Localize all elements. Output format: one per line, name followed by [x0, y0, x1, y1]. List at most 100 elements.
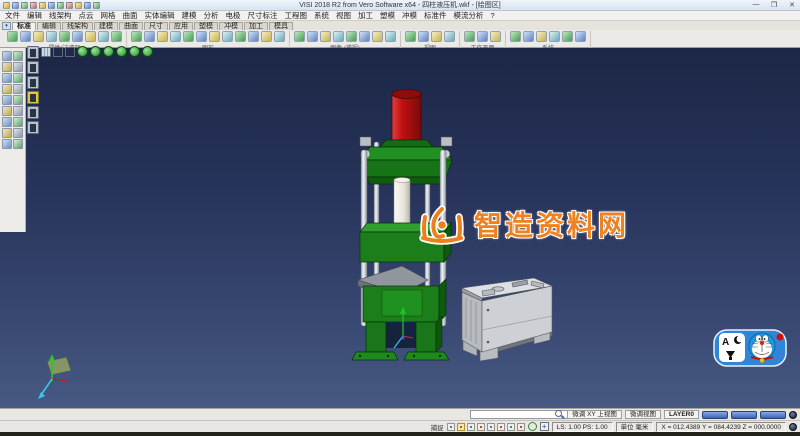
- snap-intersection-icon[interactable]: [346, 31, 357, 42]
- workplane-reset-icon[interactable]: [490, 31, 501, 42]
- info-icon[interactable]: [536, 31, 547, 42]
- search-icon[interactable]: [555, 410, 564, 419]
- menu-dimension[interactable]: 尺寸标注: [248, 10, 278, 21]
- menu-flow-analysis[interactable]: 模流分析: [454, 10, 484, 21]
- menu-edit[interactable]: 编辑: [27, 10, 42, 21]
- clip-plane-icon[interactable]: [261, 31, 272, 42]
- curve-tool-icon[interactable]: [13, 139, 23, 149]
- workplane-icon[interactable]: [464, 31, 475, 42]
- menu-mesh[interactable]: 网格: [101, 10, 116, 21]
- scale-tool-icon[interactable]: [13, 73, 23, 83]
- menu-standard-parts[interactable]: 标准件: [424, 10, 447, 21]
- light-icon[interactable]: [209, 31, 220, 42]
- menu-drawing[interactable]: 工程图: [285, 10, 308, 21]
- snap-toggle-3[interactable]: [466, 422, 475, 431]
- tab-dimension[interactable]: 尺寸: [144, 22, 168, 30]
- group-tool-icon[interactable]: [13, 117, 23, 127]
- database-icon[interactable]: [575, 31, 586, 42]
- select-all-icon[interactable]: [85, 31, 96, 42]
- extend-tool-icon[interactable]: [13, 84, 23, 94]
- snap-end-icon[interactable]: [307, 31, 318, 42]
- fillet-tool-icon[interactable]: [13, 95, 23, 105]
- menu-machining[interactable]: 加工: [358, 10, 373, 21]
- layer-on-icon-2[interactable]: [90, 46, 101, 57]
- menu-help[interactable]: ?: [491, 11, 495, 20]
- mask-icon[interactable]: [72, 31, 83, 42]
- layer-on-icon-4[interactable]: [116, 46, 127, 57]
- menu-surface[interactable]: 曲面: [123, 10, 138, 21]
- menu-modeling[interactable]: 建模: [182, 10, 197, 21]
- tab-modeling[interactable]: 建模: [94, 22, 118, 30]
- snap-toggle-2[interactable]: [456, 422, 465, 431]
- layer-visibility-button-2[interactable]: [27, 76, 39, 89]
- measure-tool-icon[interactable]: [2, 117, 12, 127]
- layer-on-icon-6[interactable]: [142, 46, 153, 57]
- material-icon[interactable]: [222, 31, 233, 42]
- crosshair-icon[interactable]: +: [539, 422, 549, 431]
- preview-icon[interactable]: [523, 31, 534, 42]
- menu-mould[interactable]: 塑模: [380, 10, 395, 21]
- active-layer-badge[interactable]: LAYER0: [663, 410, 699, 419]
- array-tool-icon[interactable]: [13, 106, 23, 116]
- rotate-tool-icon[interactable]: [13, 62, 23, 72]
- close-button[interactable]: ✕: [786, 1, 798, 9]
- tab-machining[interactable]: 加工: [244, 22, 268, 30]
- snap-toggle-5[interactable]: [486, 422, 495, 431]
- entity-filter-icon[interactable]: [59, 31, 70, 42]
- attribute-icon[interactable]: [7, 31, 18, 42]
- layer-filter-icon[interactable]: [33, 31, 44, 42]
- transparent-icon[interactable]: [170, 31, 181, 42]
- tab-application[interactable]: 应用: [169, 22, 193, 30]
- menu-wireframe[interactable]: 线架构: [49, 10, 72, 21]
- tab-wireframe[interactable]: 线架构: [62, 22, 93, 30]
- view-list-button[interactable]: [27, 46, 39, 59]
- clear-filter-icon[interactable]: [111, 31, 122, 42]
- menu-pointcloud[interactable]: 点云: [79, 10, 94, 21]
- hidden-line-icon[interactable]: [157, 31, 168, 42]
- tab-stamping[interactable]: 冲模: [219, 22, 243, 30]
- snap-grid-icon[interactable]: [372, 31, 383, 42]
- pan-icon[interactable]: [431, 31, 442, 42]
- chamfer-tool-icon[interactable]: [2, 106, 12, 116]
- offset-tool-icon[interactable]: [2, 95, 12, 105]
- color-filter-icon[interactable]: [20, 31, 31, 42]
- menu-view[interactable]: 视图: [336, 10, 351, 21]
- refresh-icon[interactable]: [527, 422, 537, 431]
- snap-center-icon[interactable]: [333, 31, 344, 42]
- menu-file[interactable]: 文件: [5, 10, 20, 21]
- layer-on-icon-5[interactable]: [129, 46, 140, 57]
- invert-selection-icon[interactable]: [98, 31, 109, 42]
- snap-toggle-1[interactable]: [446, 422, 455, 431]
- move-tool-icon[interactable]: [2, 62, 12, 72]
- snap-mid-icon[interactable]: [320, 31, 331, 42]
- status-blue-button-1[interactable]: [702, 410, 728, 419]
- tab-standard[interactable]: 标准: [12, 22, 36, 30]
- status-orb-icon[interactable]: [789, 410, 797, 419]
- explode-tool-icon[interactable]: [2, 128, 12, 138]
- menu-solid-edit[interactable]: 实体编辑: [145, 10, 175, 21]
- layer-visibility-button-active[interactable]: [27, 91, 39, 104]
- calculator-icon[interactable]: [562, 31, 573, 42]
- tab-surface[interactable]: 曲面: [119, 22, 143, 30]
- tab-edit[interactable]: 编辑: [37, 22, 61, 30]
- delete-tool-icon[interactable]: [13, 51, 23, 61]
- shadow-icon[interactable]: [196, 31, 207, 42]
- settings-icon[interactable]: [510, 31, 521, 42]
- tab-dropdown-icon[interactable]: ▾: [2, 22, 11, 30]
- render-icon[interactable]: [183, 31, 194, 42]
- status-blue-button-2[interactable]: [731, 410, 757, 419]
- section-icon[interactable]: [248, 31, 259, 42]
- layer-on-icon-3[interactable]: [103, 46, 114, 57]
- snap-face-icon[interactable]: [385, 31, 396, 42]
- table-icon[interactable]: [549, 31, 560, 42]
- mirror-tool-icon[interactable]: [2, 73, 12, 83]
- tab-die[interactable]: 模具: [269, 22, 293, 30]
- type-filter-icon[interactable]: [46, 31, 57, 42]
- wireframe-view-icon[interactable]: [144, 31, 155, 42]
- shade-icon[interactable]: [131, 31, 142, 42]
- snap-point-icon[interactable]: [294, 31, 305, 42]
- project-tool-icon[interactable]: [2, 139, 12, 149]
- menu-analysis[interactable]: 分析: [204, 10, 219, 21]
- restore-button[interactable]: ❐: [768, 1, 780, 9]
- grid-toggle-icon[interactable]: [41, 46, 51, 57]
